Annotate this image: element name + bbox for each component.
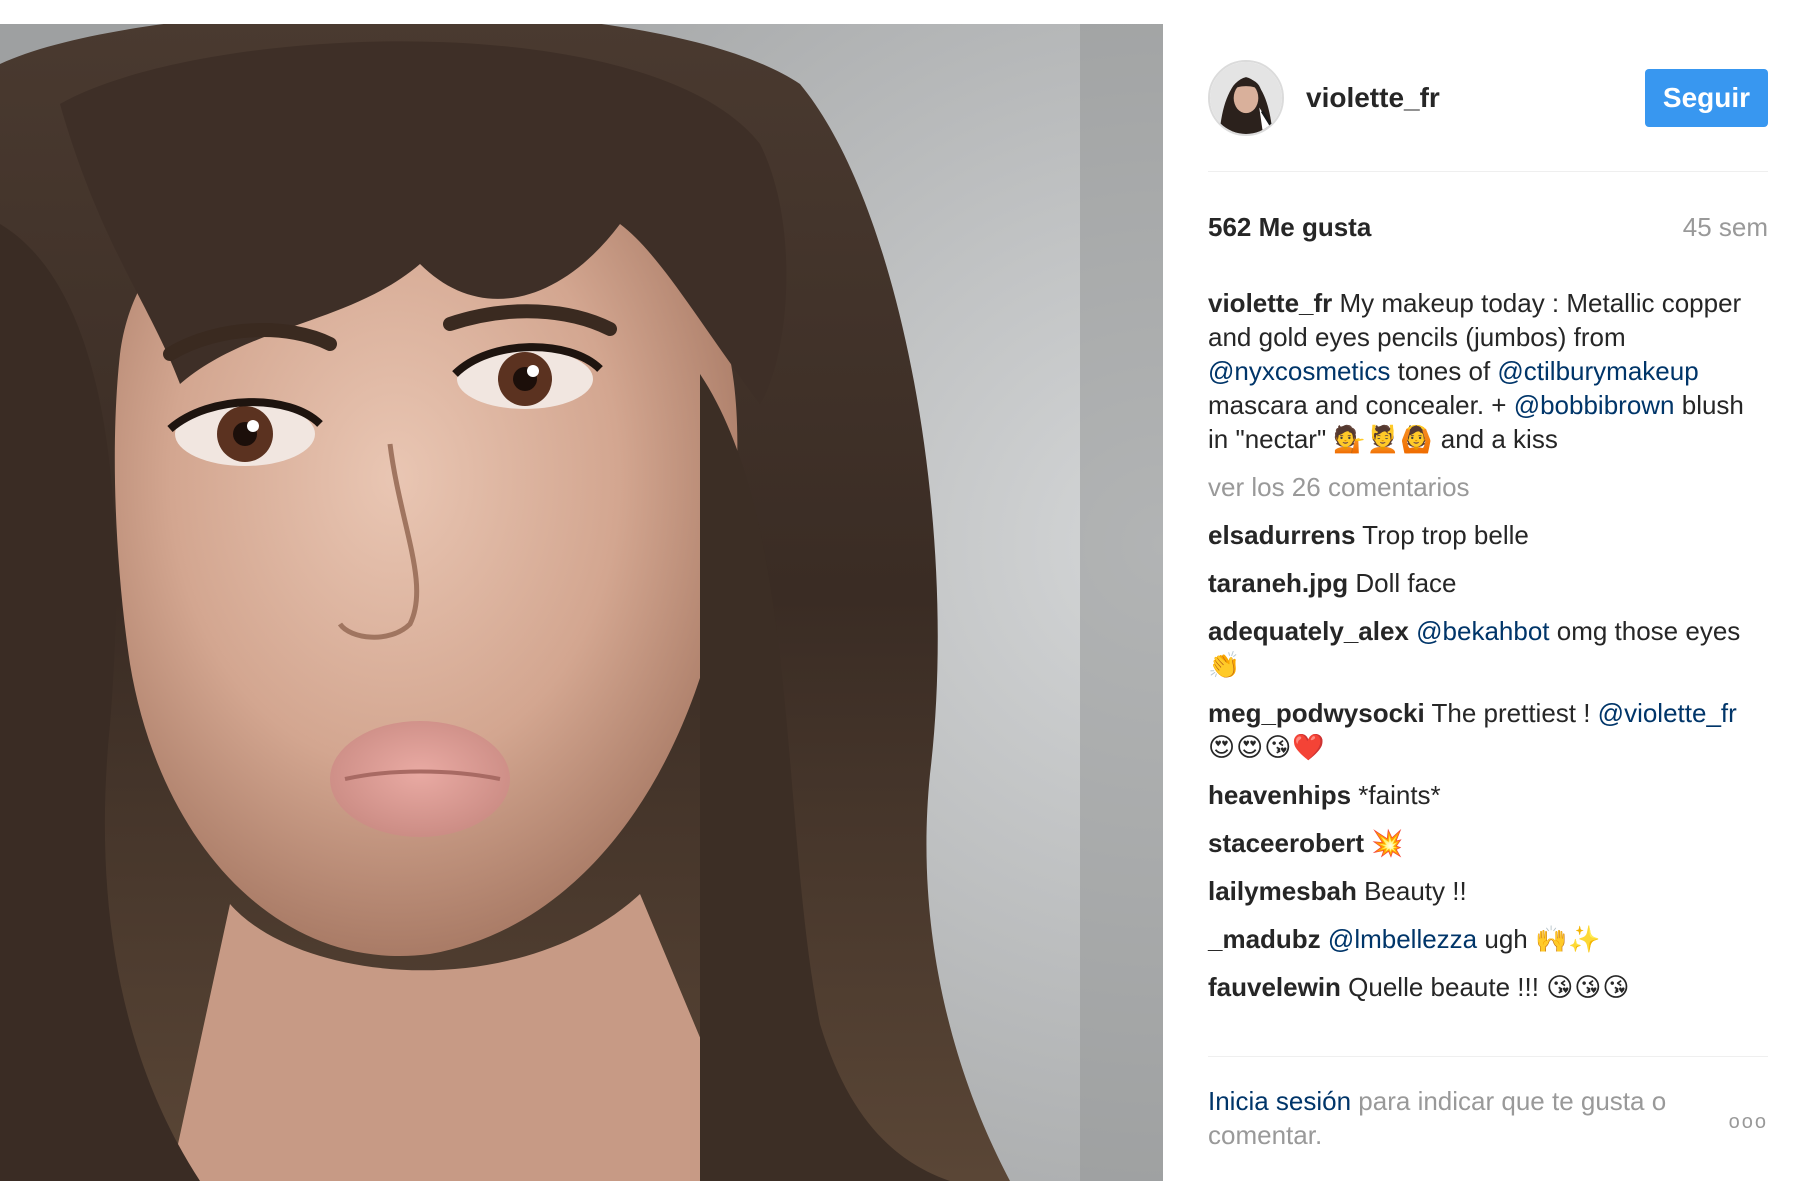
follow-button[interactable]: Seguir — [1645, 69, 1768, 127]
comment-username[interactable]: staceerobert — [1208, 828, 1364, 858]
comment-text: The prettiest ! — [1424, 698, 1598, 728]
comment: fauvelewin Quelle beaute !!! 😘😘😘 — [1208, 970, 1768, 1004]
post-username[interactable]: violette_fr — [1306, 82, 1440, 114]
avatar-image — [1210, 62, 1282, 134]
comment: heavenhips *faints* — [1208, 778, 1768, 812]
comment-text: Trop trop belle — [1355, 520, 1529, 550]
comment-username[interactable]: _madubz — [1208, 924, 1321, 954]
comment-username[interactable]: fauvelewin — [1208, 972, 1341, 1002]
comment: taraneh.jpg Doll face — [1208, 566, 1768, 600]
comment: adequately_alex @bekahbot omg those eyes… — [1208, 614, 1768, 682]
comment-text: Quelle beaute !!! — [1340, 972, 1547, 1002]
post-time[interactable]: 45 sem — [1683, 212, 1768, 243]
comment-text: ugh — [1477, 924, 1535, 954]
post-footer: Inicia sesión para indicar que te gusta … — [1208, 1084, 1768, 1152]
comment-username[interactable]: heavenhips — [1208, 780, 1351, 810]
selfie-illustration — [0, 24, 1163, 1181]
mention-link[interactable]: @bobbibrown — [1514, 390, 1675, 420]
comment-text: Beauty !! — [1356, 876, 1467, 906]
likes-count[interactable]: 562 Me gusta — [1208, 212, 1371, 243]
comment-emoji: 💥 — [1371, 828, 1405, 858]
comment: meg_podwysocki The prettiest ! @violette… — [1208, 696, 1768, 764]
post-header: violette_fr Seguir — [1208, 58, 1768, 138]
ellipsis-icon[interactable]: ooo — [1729, 1111, 1768, 1134]
mention-link[interactable]: @violette_fr — [1598, 698, 1737, 728]
mention-link[interactable]: @bekahbot — [1416, 616, 1549, 646]
comment-emoji: 😘😘😘 — [1546, 972, 1631, 1002]
comment-text: omg those eyes — [1549, 616, 1741, 646]
comment: staceerobert 💥 — [1208, 826, 1768, 860]
caption-text: and a kiss — [1433, 424, 1558, 454]
view-all-comments-link[interactable]: ver los 26 comentarios — [1208, 470, 1768, 504]
caption-text: tones of — [1390, 356, 1498, 386]
comment-text: Doll face — [1348, 568, 1457, 598]
comment: elsadurrens Trop trop belle — [1208, 518, 1768, 552]
comment-text: *faints* — [1351, 780, 1441, 810]
caption-text: mascara and concealer. + — [1208, 390, 1514, 420]
avatar[interactable] — [1208, 60, 1284, 136]
comments-section: violette_fr My makeup today : Metallic c… — [1208, 286, 1768, 1018]
comment-username[interactable]: elsadurrens — [1208, 520, 1355, 550]
post-side-panel: violette_fr Seguir 562 Me gusta 45 sem v… — [1208, 24, 1768, 1181]
comment-username[interactable]: adequately_alex — [1208, 616, 1409, 646]
comment-emoji: 👏 — [1208, 650, 1242, 680]
caption-emoji: 💁💆🙆 — [1333, 424, 1434, 454]
post-photo[interactable] — [0, 24, 1163, 1181]
login-link[interactable]: Inicia sesión — [1208, 1086, 1351, 1116]
comment-username[interactable]: taraneh.jpg — [1208, 568, 1348, 598]
comment-emoji: 🙌✨ — [1534, 924, 1602, 954]
caption-username[interactable]: violette_fr — [1208, 288, 1332, 318]
header-divider — [1208, 171, 1768, 172]
mention-link[interactable]: @ctilburymakeup — [1497, 356, 1698, 386]
post-caption: violette_fr My makeup today : Metallic c… — [1208, 286, 1768, 456]
login-prompt: Inicia sesión para indicar que te gusta … — [1208, 1084, 1708, 1152]
post-meta: 562 Me gusta 45 sem — [1208, 212, 1768, 243]
comment-username[interactable]: lailymesbah — [1208, 876, 1357, 906]
mention-link[interactable]: @nyxcosmetics — [1208, 356, 1390, 386]
comment: lailymesbah Beauty !! — [1208, 874, 1768, 908]
footer-divider — [1208, 1056, 1768, 1057]
comment: _madubz @lmbellezza ugh 🙌✨ — [1208, 922, 1768, 956]
comment-emoji: 😍😍😘❤️ — [1208, 732, 1326, 762]
mention-link[interactable]: @lmbellezza — [1328, 924, 1477, 954]
comment-username[interactable]: meg_podwysocki — [1208, 698, 1425, 728]
